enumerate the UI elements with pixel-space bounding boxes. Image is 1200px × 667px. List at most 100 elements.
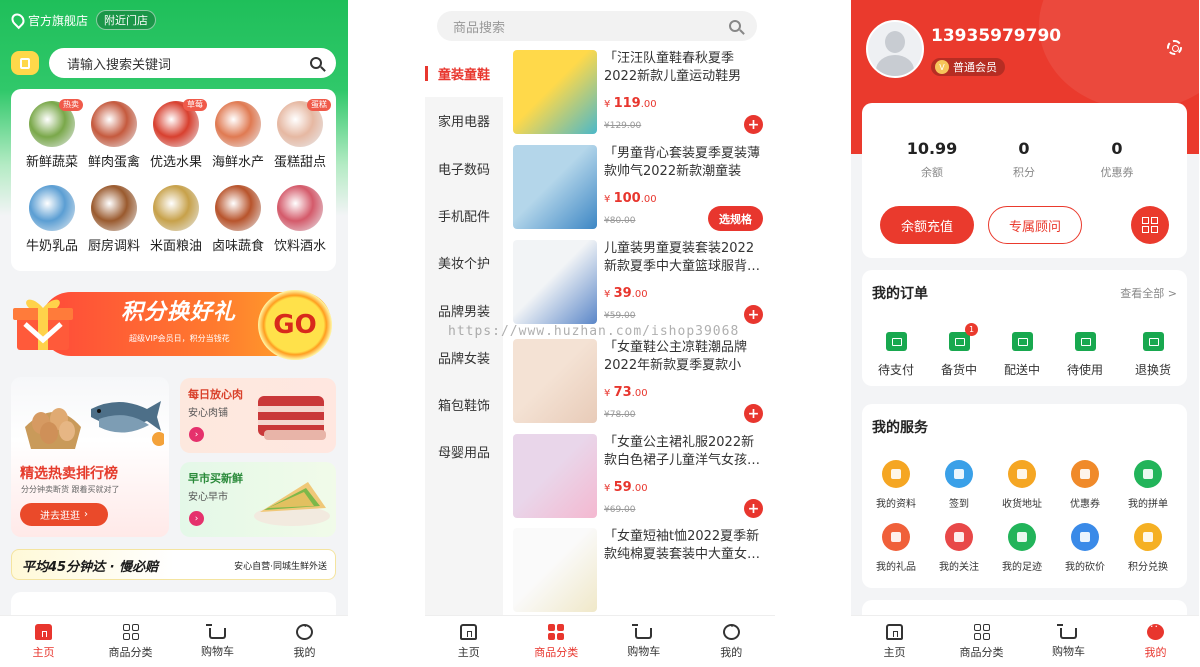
category-item[interactable]: 海鲜水产 <box>207 101 269 170</box>
product-card[interactable]: 「女童公主裙礼服2022新款白色裙子儿童洋气女孩… ¥ 59.00 ¥69.00 + <box>513 434 763 524</box>
tab-cart[interactable]: 购物车 <box>1025 616 1112 667</box>
product-card[interactable]: 儿童装男童夏装套装2022新款夏季中大童篮球服背… ¥ 39.00 ¥59.00 + <box>513 240 763 330</box>
hot-ranking-title: 精选热卖排行榜 <box>20 466 118 482</box>
service-item[interactable]: 优惠券 <box>1054 460 1116 510</box>
product-card[interactable]: 「男童背心套装夏季夏装薄款帅气2022新款潮童装洋… ¥ 100.00 ¥80.00… <box>513 145 763 235</box>
gear-icon[interactable] <box>1167 40 1182 55</box>
category-label: 新鲜蔬菜 <box>25 155 78 170</box>
product-search-input[interactable]: 商品搜索 <box>437 11 757 41</box>
tab-category[interactable]: 商品分类 <box>513 616 601 667</box>
meat-shop-card[interactable]: 每日放心肉 安心肉铺 › <box>180 378 336 453</box>
tab-cart[interactable]: 购物车 <box>174 616 261 667</box>
morning-market-card[interactable]: 早市买新鲜 安心早市 › <box>180 462 336 537</box>
tab-me[interactable]: 我的 <box>1112 616 1199 667</box>
order-status-item[interactable]: 配送中 <box>991 332 1053 378</box>
service-item[interactable]: 我的礼品 <box>865 523 927 573</box>
shopping-bag-icon[interactable] <box>11 51 39 75</box>
add-to-cart-button[interactable]: + <box>744 499 763 518</box>
service-label: 积分兑换 <box>1128 562 1168 573</box>
category-item[interactable]: 卤味蔬食 <box>207 185 269 254</box>
product-card[interactable]: 「女童鞋公主凉鞋潮品牌2022年新款夏季夏款小童… ¥ 73.00 ¥78.00 + <box>513 339 763 429</box>
service-item[interactable]: 积分兑换 <box>1117 523 1179 573</box>
order-status-label: 备货中 <box>940 363 977 377</box>
sidebar-category-item[interactable]: 母婴用品 <box>425 428 503 475</box>
points-stat[interactable]: 0 积分 <box>979 139 1069 180</box>
add-to-cart-button[interactable]: + <box>744 115 763 134</box>
home-search-input[interactable]: 请输入搜索关键词 <box>49 48 336 78</box>
category-item[interactable]: 草莓 优选水果 <box>145 99 207 170</box>
topup-button[interactable]: 余额充值 <box>880 206 974 244</box>
tab-category[interactable]: 商品分类 <box>938 616 1025 667</box>
add-to-cart-button[interactable]: + <box>744 404 763 423</box>
category-item[interactable]: 米面粮油 <box>145 185 207 254</box>
sidebar-category-item[interactable]: 童装童鞋 <box>425 50 503 97</box>
balance-stat[interactable]: 10.99 余额 <box>887 139 977 180</box>
tab-category[interactable]: 商品分类 <box>87 616 174 667</box>
category-item[interactable]: 热卖新鲜蔬菜 <box>21 99 83 170</box>
select-spec-button[interactable]: 选规格 <box>708 206 763 231</box>
product-card[interactable]: 「女童短袖t恤2022夏季新款纯棉夏装套装中大童女… <box>513 528 763 618</box>
chevron-right-icon[interactable]: › <box>189 511 204 526</box>
product-name: 「汪汪队童鞋春秋夏季2022新款儿童运动鞋男小… <box>604 51 742 84</box>
sidebar-category-item[interactable]: 美妆个护 <box>425 239 503 286</box>
category-image: 蛋糕 <box>277 99 331 147</box>
sidebar-category-item[interactable]: 电子数码 <box>425 145 503 192</box>
order-status-label: 待使用 <box>1066 363 1103 377</box>
user-phone: 13935979790 <box>931 26 1062 46</box>
product-price: ¥ 59.00 <box>604 480 648 495</box>
delivery-promise-bar[interactable]: 平均45分钟达 · 慢必赔 安心自营·同城生鲜外送 <box>11 549 336 580</box>
service-item[interactable]: 我的关注 <box>928 523 990 573</box>
morning-market-subtitle: 安心早市 <box>188 492 228 503</box>
meat-shop-subtitle: 安心肉铺 <box>188 408 228 419</box>
points-banner[interactable]: 积分换好礼 超级VIP会员日，积分当钱花 GO <box>11 286 336 364</box>
service-item[interactable]: 我的砍价 <box>1054 523 1116 573</box>
tab-home[interactable]: 主页 <box>851 616 938 667</box>
qr-code-icon[interactable] <box>1131 206 1169 244</box>
sidebar-category-item[interactable]: 手机配件 <box>425 192 503 239</box>
category-item[interactable]: 厨房调料 <box>83 185 145 254</box>
category-item[interactable]: 蛋糕 蛋糕甜点 <box>269 99 331 170</box>
category-image <box>215 185 261 231</box>
service-item[interactable]: 收货地址 <box>991 460 1053 510</box>
product-name: 「女童短袖t恤2022夏季新款纯棉夏装套装中大童女… <box>604 529 761 562</box>
browse-button[interactable]: 进去逛逛 › <box>20 503 108 526</box>
service-icon <box>1134 460 1162 488</box>
category-item[interactable]: 饮料酒水 <box>269 185 331 254</box>
order-status-item[interactable]: 退换货 <box>1122 332 1184 378</box>
sidebar-category-item[interactable]: 家用电器 <box>425 97 503 144</box>
advisor-button[interactable]: 专属顾问 <box>988 206 1082 244</box>
hot-ranking-card[interactable]: 精选热卖排行榜 分分钟卖断货 跟着买就对了 进去逛逛 › <box>11 377 169 537</box>
service-item[interactable]: 我的资料 <box>865 460 927 510</box>
order-status-item[interactable]: 待使用 <box>1054 332 1116 378</box>
search-icon[interactable] <box>310 57 322 69</box>
service-item[interactable]: 我的拼单 <box>1117 460 1179 510</box>
tab-home[interactable]: 主页 <box>0 616 87 667</box>
tab-me-label: 我的 <box>293 645 316 659</box>
tab-me[interactable]: 我的 <box>261 616 348 667</box>
category-item[interactable]: 鲜肉蛋禽 <box>83 101 145 170</box>
chevron-right-icon[interactable]: › <box>189 427 204 442</box>
avatar[interactable] <box>866 20 924 78</box>
service-item[interactable]: 签到 <box>928 460 990 510</box>
tab-cart[interactable]: 购物车 <box>600 616 688 667</box>
points-label: 积分 <box>1013 166 1035 179</box>
view-all-orders-link[interactable]: 查看全部 > <box>1120 285 1177 301</box>
service-item[interactable]: 我的足迹 <box>991 523 1053 573</box>
store-selector[interactable]: 官方旗舰店 <box>8 10 88 30</box>
coupons-stat[interactable]: 0 优惠券 <box>1072 139 1162 180</box>
product-card[interactable]: 「汪汪队童鞋春秋夏季2022新款儿童运动鞋男小… ¥ 119.00 ¥129.00 + <box>513 50 763 140</box>
order-status-item[interactable]: 1 备货中 <box>928 323 990 378</box>
tab-home[interactable]: 主页 <box>425 616 513 667</box>
sidebar-category-item[interactable]: 品牌女装 <box>425 334 503 381</box>
nearby-store-button[interactable]: 附近门店 <box>96 10 157 30</box>
home-icon <box>886 623 903 640</box>
category-image <box>91 185 137 231</box>
order-status-item[interactable]: 待支付 <box>865 332 927 378</box>
add-to-cart-button[interactable]: + <box>744 305 763 324</box>
sidebar-category-item[interactable]: 箱包鞋饰 <box>425 381 503 428</box>
search-icon[interactable] <box>729 20 741 32</box>
tab-me[interactable]: 我的 <box>688 616 776 667</box>
category-tag: 热卖 <box>59 99 83 111</box>
category-item[interactable]: 牛奶乳品 <box>21 185 83 254</box>
banner-go-button[interactable]: GO <box>258 290 332 360</box>
